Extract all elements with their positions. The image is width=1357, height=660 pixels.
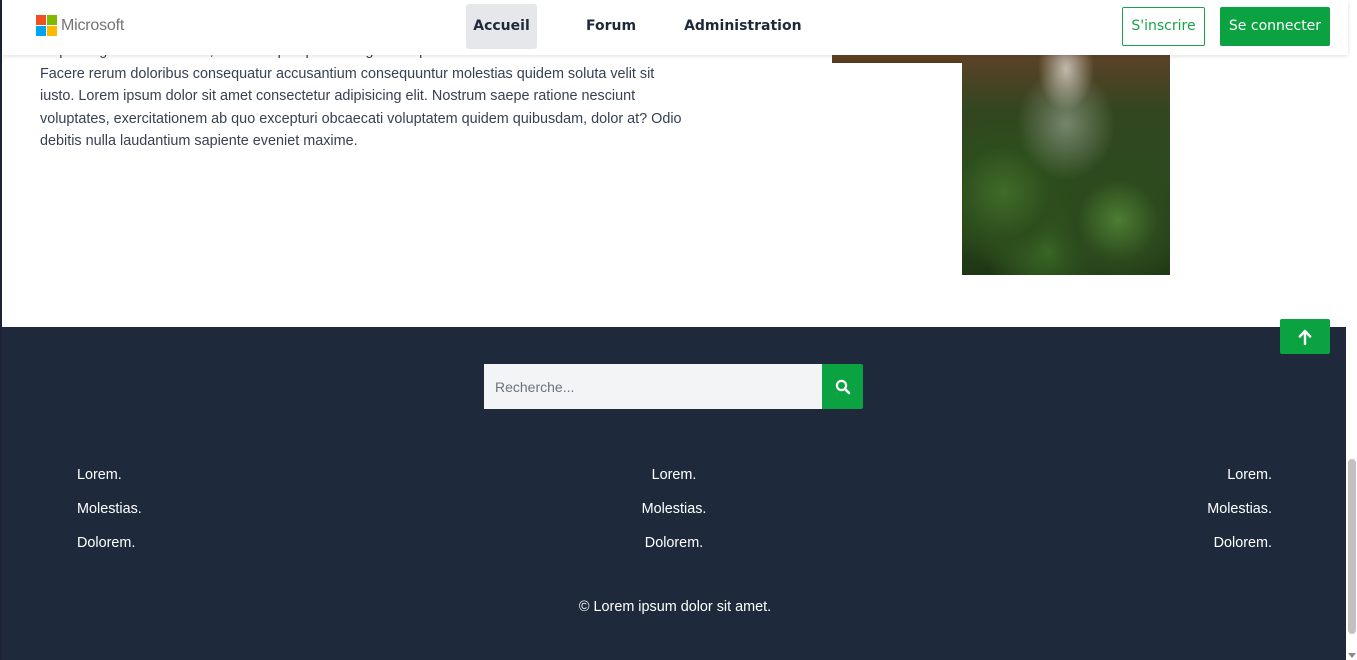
footer-link[interactable]: Molestias. <box>1207 492 1272 526</box>
search-icon <box>835 379 850 394</box>
signup-button[interactable]: S'inscrire <box>1122 7 1205 46</box>
nav-forum[interactable]: Forum <box>574 4 648 49</box>
footer-link[interactable]: Lorem. <box>1227 458 1272 492</box>
scroll-down-arrow-icon[interactable] <box>1348 653 1356 658</box>
logo-text: Microsoft <box>61 16 125 34</box>
footer-link[interactable]: Dolorem. <box>77 526 135 560</box>
microsoft-logo-icon <box>36 15 57 36</box>
footer: Lorem. Molestias. Dolorem. Lorem. Molest… <box>2 327 1348 660</box>
scrollbar-thumb[interactable] <box>1348 459 1356 634</box>
back-to-top-button[interactable] <box>1280 319 1330 354</box>
top-navbar: Microsoft Accueil Forum Administration S… <box>2 0 1348 55</box>
nav-accueil[interactable]: Accueil <box>466 4 537 49</box>
search-input[interactable] <box>484 364 822 409</box>
footer-column-center: Lorem. Molestias. Dolorem. <box>574 458 774 560</box>
main-nav: Accueil Forum Administration <box>466 4 814 49</box>
article-text: adipisicing elit. Mollitia odit, ut dolo… <box>40 40 684 153</box>
arrow-up-icon <box>1298 329 1312 345</box>
page-scrollbar[interactable] <box>1346 0 1357 660</box>
footer-column-right: Lorem. Molestias. Dolorem. <box>1207 458 1272 560</box>
login-button[interactable]: Se connecter <box>1220 7 1330 46</box>
footer-link[interactable]: Dolorem. <box>645 526 703 560</box>
footer-link[interactable]: Molestias. <box>642 492 707 526</box>
footer-link[interactable]: Molestias. <box>77 492 142 526</box>
nav-administration[interactable]: Administration <box>672 4 813 49</box>
footer-link[interactable]: Lorem. <box>652 458 697 492</box>
microsoft-logo[interactable]: Microsoft <box>36 15 124 36</box>
search-button[interactable] <box>822 364 863 409</box>
footer-link[interactable]: Dolorem. <box>1214 526 1272 560</box>
footer-search <box>484 364 863 409</box>
footer-link[interactable]: Lorem. <box>77 458 122 492</box>
copyright-text: © Lorem ipsum dolor sit amet. <box>578 599 772 615</box>
footer-column-left: Lorem. Molestias. Dolorem. <box>77 458 142 560</box>
article-text-body: Facere rerum doloribus consequatur accus… <box>40 65 682 150</box>
